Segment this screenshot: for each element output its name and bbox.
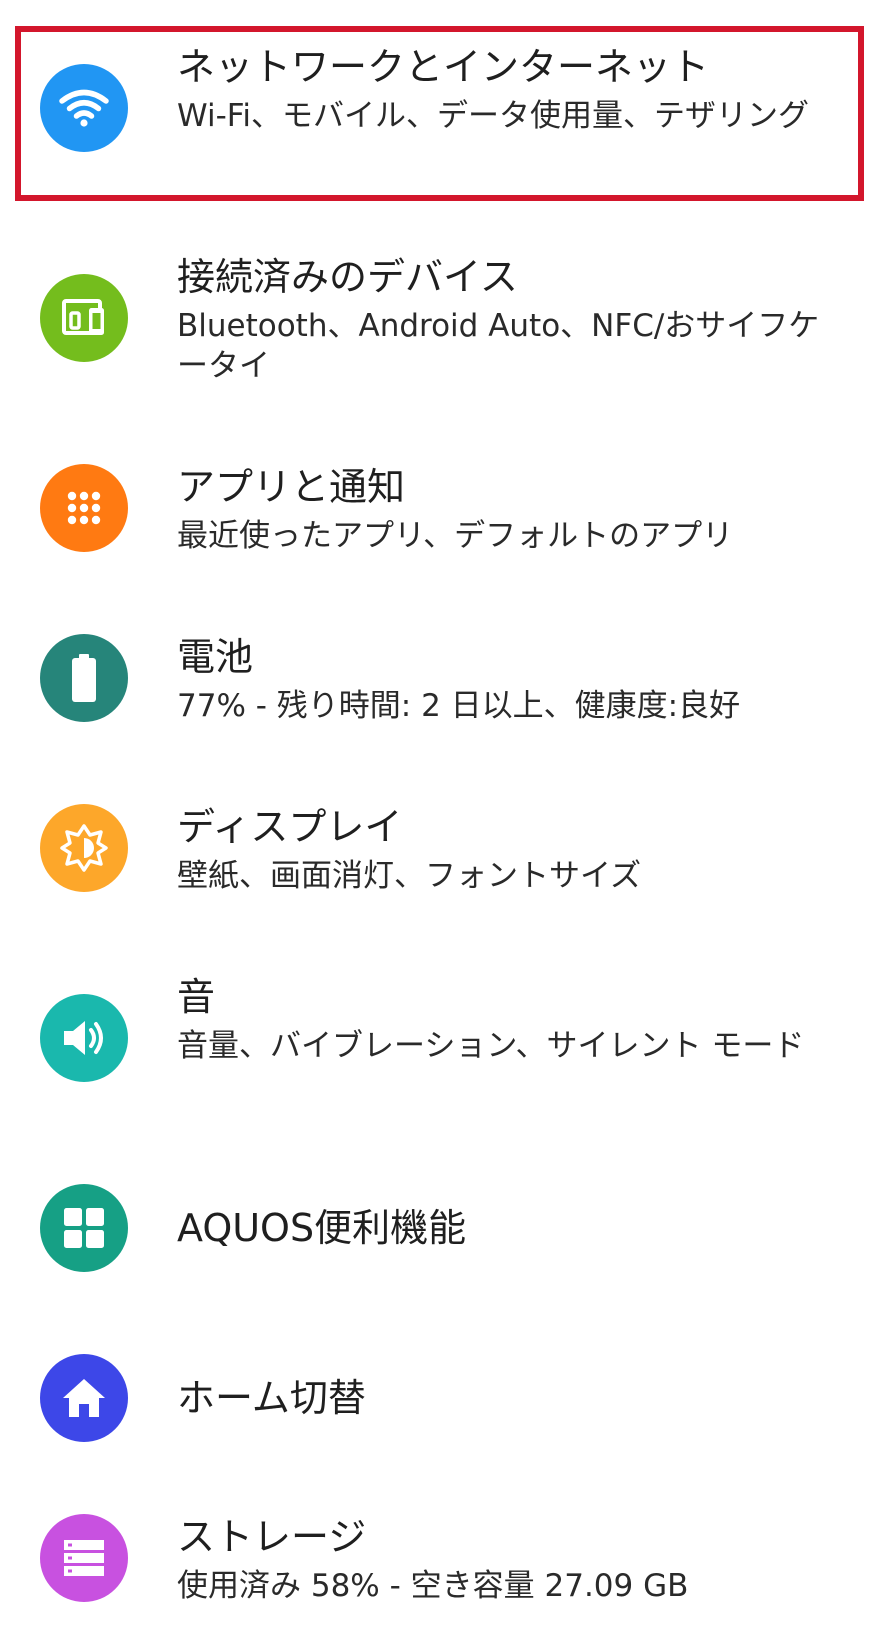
settings-item-summary: Bluetooth、Android Auto、NFC/おサイフケータイ	[177, 308, 820, 384]
settings-item-title: 接続済みのデバイス	[177, 255, 518, 299]
settings-list: ネットワークとインターネット Wi-Fi、モバイル、データ使用量、テザリング 接…	[0, 0, 880, 1643]
grid-icon	[40, 1184, 128, 1272]
home-icon	[40, 1354, 128, 1442]
settings-item-text: 接続済みのデバイス Bluetooth、Android Auto、NFC/おサイ…	[177, 252, 842, 386]
volume-icon	[40, 994, 128, 1082]
settings-item-text: 電池 77% - 残り時間: 2 日以上、健康度:良好	[177, 632, 842, 726]
wifi-icon	[40, 64, 128, 152]
brightness-icon	[40, 804, 128, 892]
settings-item-connected-devices[interactable]: 接続済みのデバイス Bluetooth、Android Auto、NFC/おサイ…	[0, 236, 880, 411]
settings-item-text: ホーム切替	[177, 1373, 842, 1423]
settings-item-home[interactable]: ホーム切替	[0, 1336, 880, 1461]
settings-item-text: ストレージ 使用済み 58% - 空き容量 27.09 GB	[177, 1512, 842, 1606]
settings-item-display[interactable]: ディスプレイ 壁紙、画面消灯、フォントサイズ	[0, 786, 880, 911]
settings-item-title: アプリと通知	[177, 465, 406, 509]
devices-icon	[40, 274, 128, 362]
settings-item-title: ディスプレイ	[177, 805, 403, 849]
settings-item-storage[interactable]: ストレージ 使用済み 58% - 空き容量 27.09 GB	[0, 1496, 880, 1621]
settings-item-text: アプリと通知 最近使ったアプリ、デフォルトのアプリ	[177, 462, 842, 556]
settings-item-title: AQUOS便利機能	[177, 1206, 467, 1250]
battery-icon	[40, 634, 128, 722]
settings-item-summary: 77% - 残り時間: 2 日以上、健康度:良好	[177, 688, 741, 724]
settings-item-apps[interactable]: アプリと通知 最近使ったアプリ、デフォルトのアプリ	[0, 446, 880, 571]
settings-item-text: ディスプレイ 壁紙、画面消灯、フォントサイズ	[177, 802, 842, 896]
settings-item-title: 電池	[177, 635, 254, 679]
settings-item-aquos[interactable]: AQUOS便利機能	[0, 1166, 880, 1291]
settings-item-title: ストレージ	[177, 1515, 367, 1559]
settings-item-summary: Wi-Fi、モバイル、データ使用量、テザリング	[177, 98, 809, 134]
storage-icon	[40, 1514, 128, 1602]
settings-item-network[interactable]: ネットワークとインターネット Wi-Fi、モバイル、データ使用量、テザリング	[0, 26, 880, 201]
apps-icon	[40, 464, 128, 552]
settings-item-battery[interactable]: 電池 77% - 残り時間: 2 日以上、健康度:良好	[0, 616, 880, 741]
settings-item-summary: 音量、バイブレーション、サイレント モード	[177, 1028, 805, 1064]
settings-item-title: 音	[177, 975, 216, 1019]
settings-item-title: ホーム切替	[177, 1376, 366, 1420]
settings-item-sound[interactable]: 音 音量、バイブレーション、サイレント モード	[0, 956, 880, 1131]
settings-item-summary: 最近使ったアプリ、デフォルトのアプリ	[177, 518, 734, 554]
settings-item-summary: 使用済み 58% - 空き容量 27.09 GB	[177, 1568, 689, 1604]
settings-item-text: 音 音量、バイブレーション、サイレント モード	[177, 972, 842, 1066]
settings-item-text: AQUOS便利機能	[177, 1203, 842, 1253]
settings-item-text: ネットワークとインターネット Wi-Fi、モバイル、データ使用量、テザリング	[177, 42, 842, 136]
settings-item-title: ネットワークとインターネット	[177, 45, 710, 89]
settings-item-summary: 壁紙、画面消灯、フォントサイズ	[177, 858, 642, 894]
